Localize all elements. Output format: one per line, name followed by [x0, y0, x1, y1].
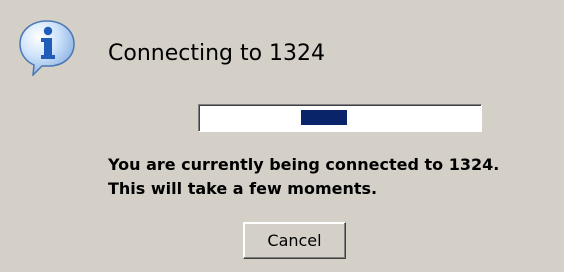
status-message-line-2: This will take a few moments. — [108, 179, 378, 198]
status-message: You are currently being connected to 132… — [108, 153, 499, 201]
status-message-line-1: You are currently being connected to 132… — [108, 155, 500, 174]
cancel-button[interactable]: Cancel — [243, 222, 346, 259]
info-icon — [19, 20, 75, 76]
progress-bar — [198, 104, 482, 132]
connecting-dialog: Connecting to 1324 You are currently bei… — [0, 0, 564, 272]
progress-chunk — [301, 110, 348, 125]
dialog-title: Connecting to 1324 — [108, 41, 326, 66]
